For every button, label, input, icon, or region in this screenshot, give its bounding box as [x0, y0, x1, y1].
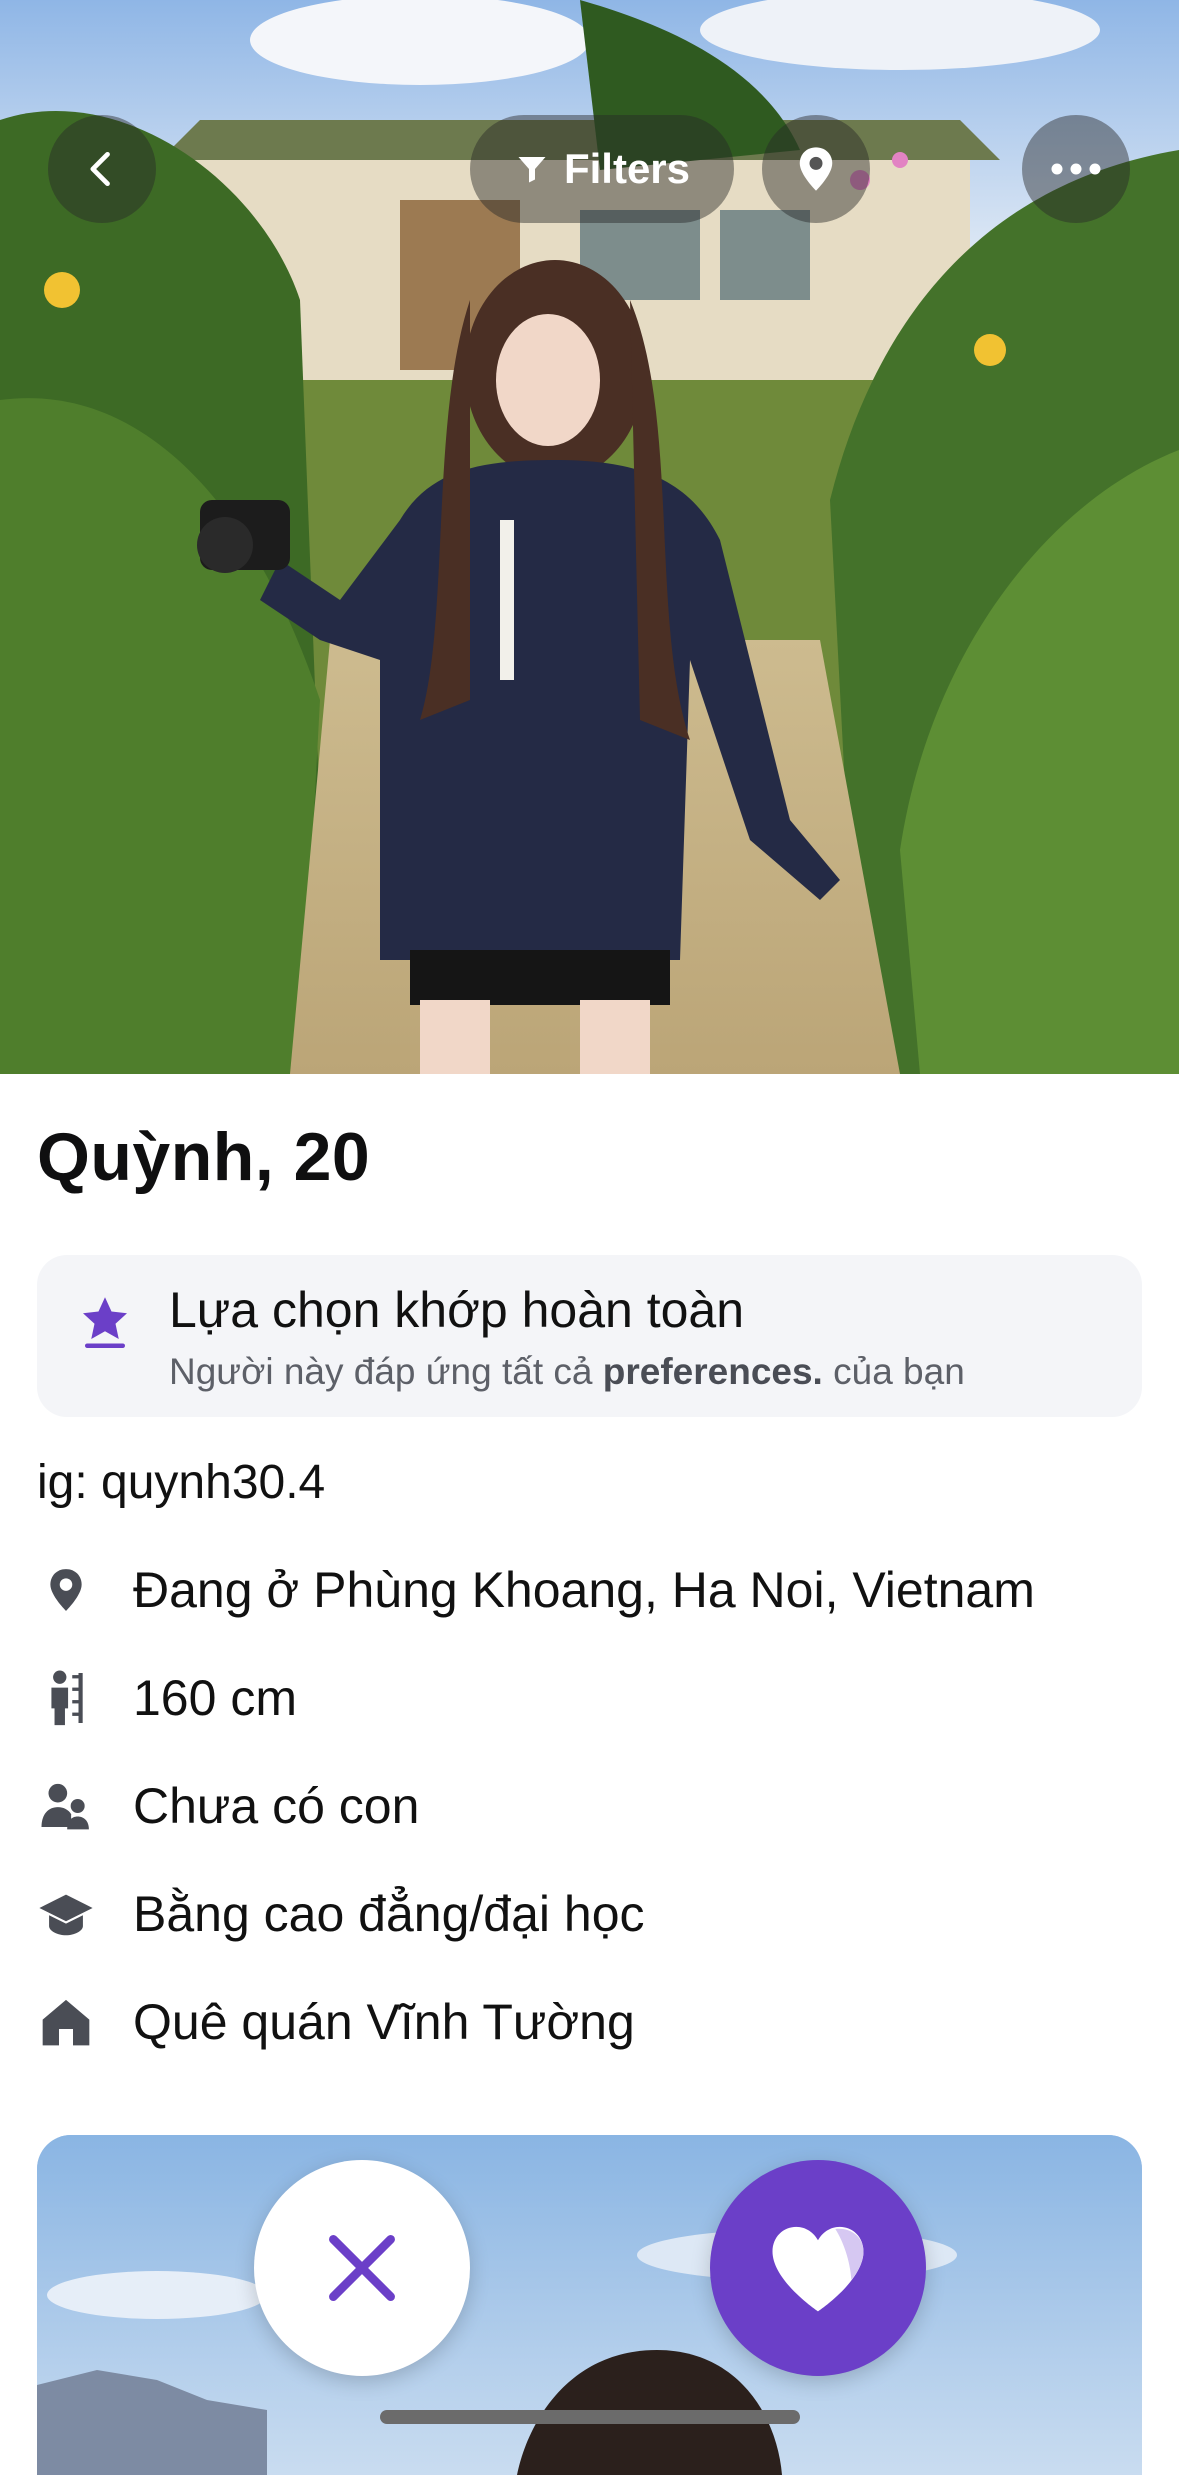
profile-bio: ig: quynh30.4 [37, 1456, 326, 1509]
location-pin-icon [37, 1561, 95, 1619]
detail-height-text: 160 cm [133, 1670, 297, 1726]
detail-hometown: Quê quán Vĩnh Tường [37, 1987, 635, 2057]
profile-photo-2-image [37, 2135, 1142, 2475]
filters-button[interactable]: Filters [470, 115, 734, 223]
more-options-button[interactable] [1022, 115, 1130, 223]
detail-children: Chưa có con [37, 1771, 419, 1841]
detail-location: Đang ở Phùng Khoang, Ha Noi, Vietnam [37, 1555, 1035, 1625]
height-icon [37, 1669, 95, 1727]
home-indicator [380, 2410, 800, 2424]
like-button[interactable] [710, 2160, 926, 2376]
filter-icon [518, 157, 546, 183]
detail-location-text: Đang ở Phùng Khoang, Ha Noi, Vietnam [133, 1562, 1035, 1618]
back-button[interactable] [48, 115, 156, 223]
profile-photo-2[interactable] [37, 2135, 1142, 2475]
detail-education: Bằng cao đẳng/đại học [37, 1879, 645, 1949]
close-icon [329, 2235, 395, 2301]
graduation-cap-icon [37, 1885, 95, 1943]
detail-children-text: Chưa có con [133, 1778, 420, 1834]
match-subtitle: Người này đáp ứng tất cả preferences. củ… [169, 1351, 965, 1392]
match-title: Lựa chọn khớp hoàn toàn [169, 1282, 745, 1338]
home-icon [37, 1993, 95, 2051]
pass-button[interactable] [254, 2160, 470, 2376]
profile-photo[interactable]: Filters [0, 0, 1179, 1074]
detail-height: 160 cm [37, 1663, 297, 1733]
more-icon [1051, 163, 1101, 175]
profile-name-age: Quỳnh, 20 [37, 1119, 371, 1195]
filters-label: Filters [563, 145, 691, 192]
detail-hometown-text: Quê quán Vĩnh Tường [133, 1994, 635, 2050]
location-pin-icon [799, 147, 833, 191]
detail-education-text: Bằng cao đẳng/đại học [133, 1886, 645, 1942]
star-badge-icon [83, 1297, 127, 1348]
perfect-match-card: Lựa chọn khớp hoàn toàn Người này đáp ứn… [37, 1255, 1142, 1417]
heart-icon [772, 2226, 864, 2312]
location-button[interactable] [762, 115, 870, 223]
children-icon [37, 1777, 95, 1835]
chevron-left-icon [90, 151, 110, 187]
